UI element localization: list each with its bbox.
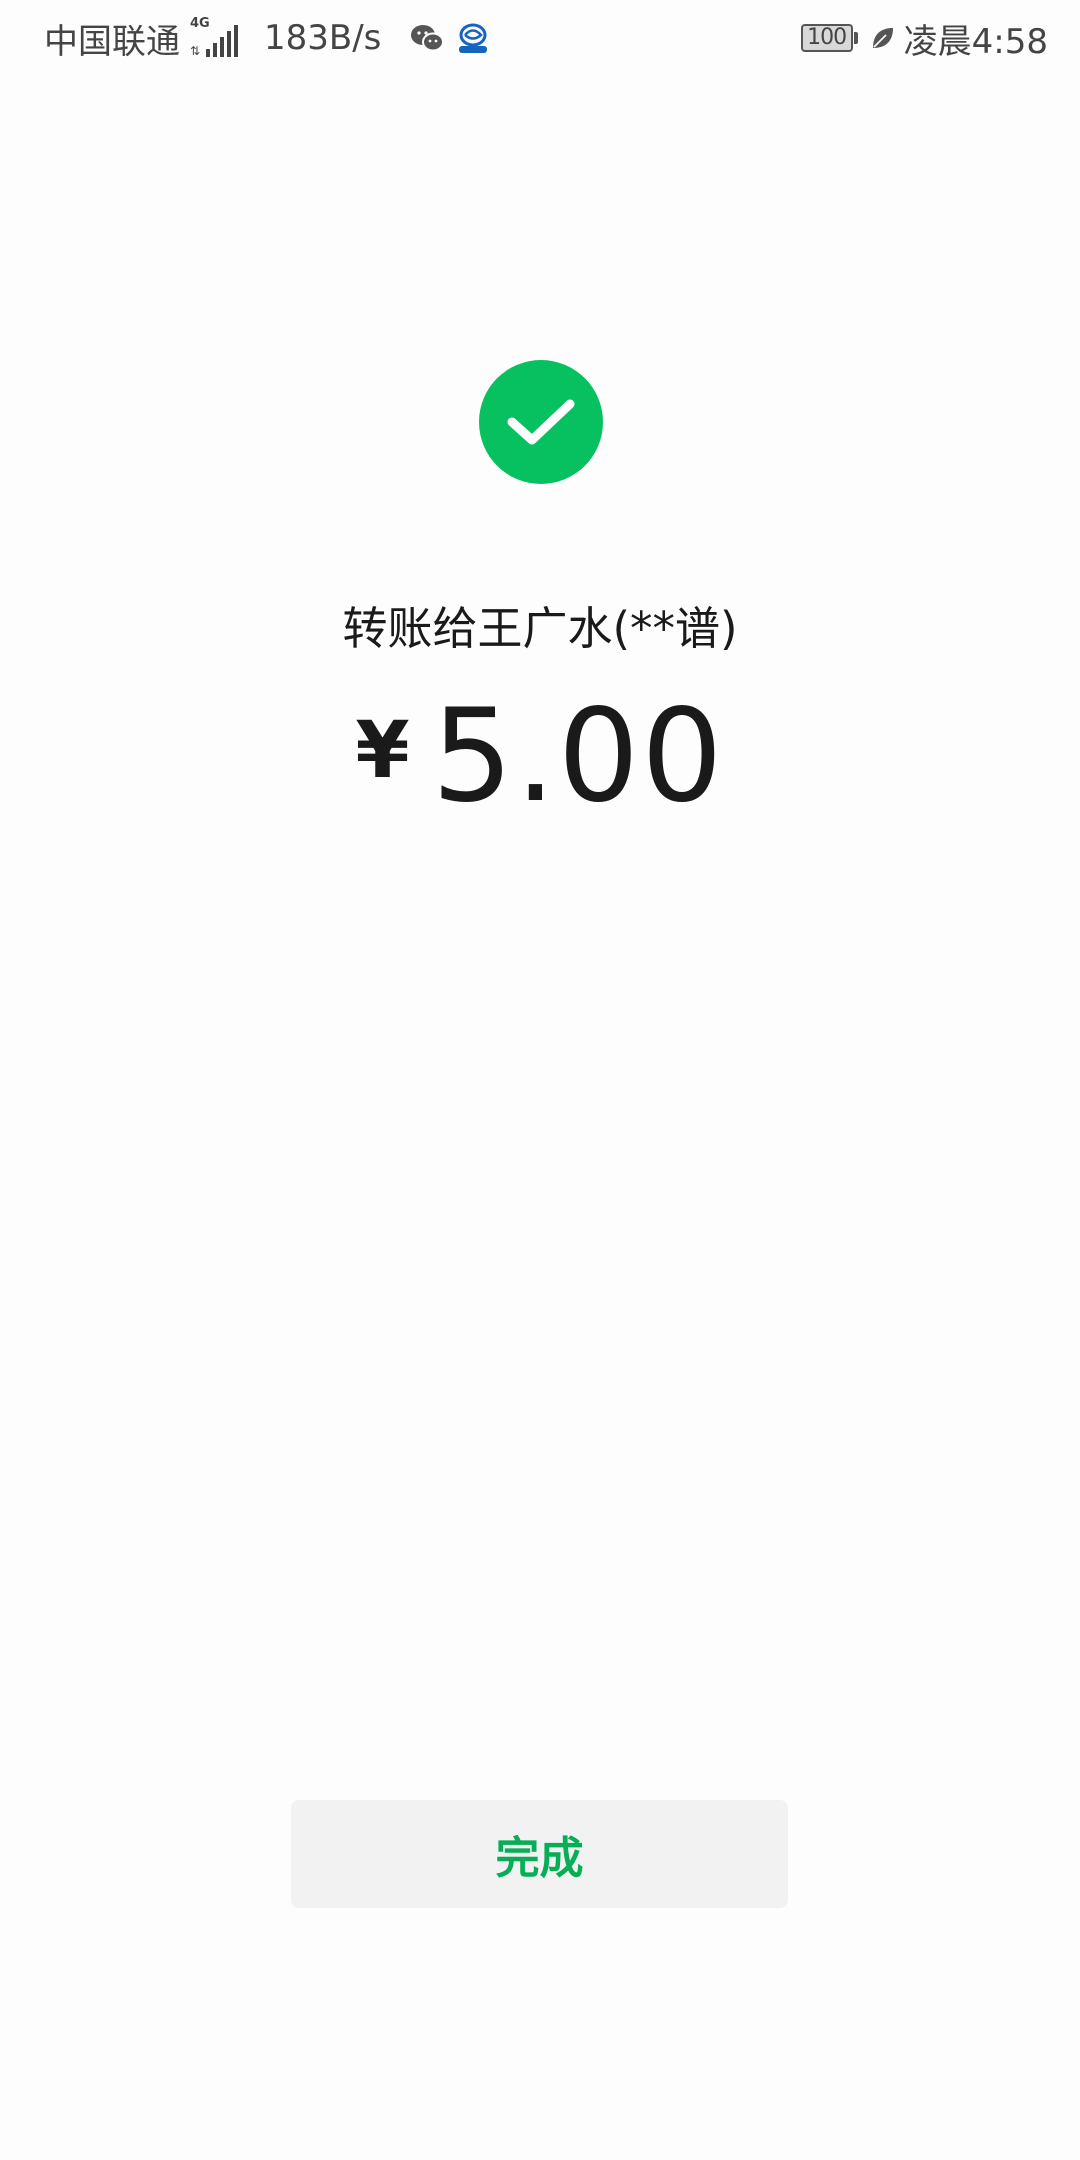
check-icon [479, 360, 603, 484]
browser-icon [455, 20, 491, 56]
recipient-text: 转账给王广水(**谱) [342, 602, 738, 655]
status-left: 中国联通 4G ⇅ 183B/s [44, 14, 501, 63]
status-right: 100 凌晨4:58 [800, 14, 1048, 63]
amount-value: 5.00 [431, 682, 725, 831]
transfer-amount: ¥ 5.00 [0, 682, 1080, 831]
done-button[interactable]: 完成 [291, 1800, 788, 1908]
battery-tip [853, 32, 858, 44]
signal-bars [206, 25, 238, 57]
network-speed: 183B/s [264, 18, 382, 58]
wechat-icon [409, 20, 445, 56]
leaf-icon [868, 23, 898, 53]
carrier-name: 中国联通 [44, 21, 180, 62]
clock: 凌晨4:58 [903, 21, 1048, 62]
data-arrows-icon: ⇅ [190, 44, 201, 58]
currency-symbol: ¥ [355, 706, 410, 796]
battery-icon: 100 [800, 24, 858, 52]
signal-icon: 4G ⇅ [190, 16, 238, 58]
battery-level: 100 [800, 24, 853, 52]
status-bar: 中国联通 4G ⇅ 183B/s 100 凌晨4:58 [0, 0, 1080, 76]
network-type: 4G [190, 16, 210, 31]
